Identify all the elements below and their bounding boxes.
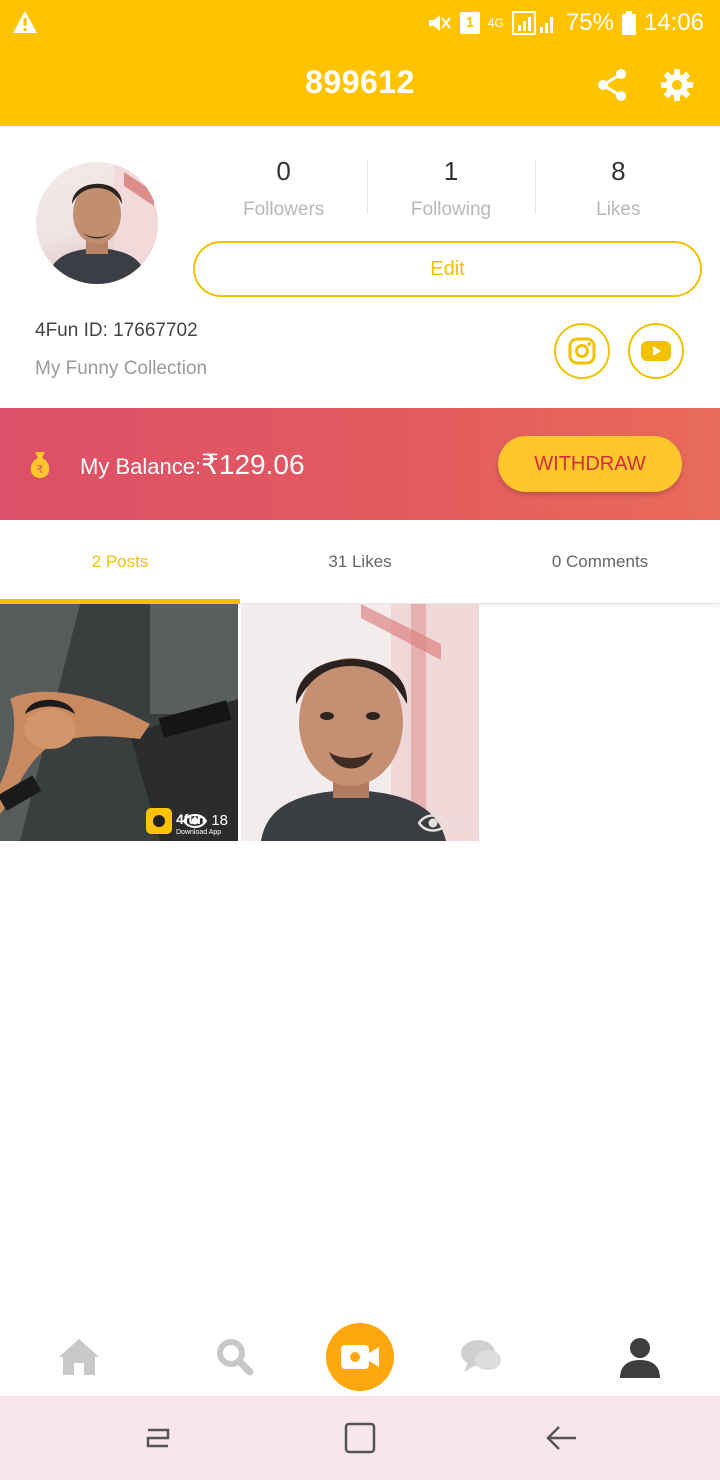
home-square-icon[interactable]: [340, 1418, 380, 1458]
back-icon[interactable]: [542, 1418, 582, 1458]
withdraw-button[interactable]: WITHDRAW: [498, 436, 682, 492]
tab-comments[interactable]: 0 Comments: [480, 520, 720, 603]
gear-icon[interactable]: [660, 68, 694, 102]
signal-icon: [511, 11, 553, 35]
clock: 14:06: [643, 9, 704, 36]
app-header: 899612: [0, 44, 720, 126]
post-thumbnail[interactable]: 57: [241, 604, 479, 841]
balance-caption: My Balance:: [80, 454, 202, 479]
post-thumbnail[interactable]: 4fun Download App 18: [0, 604, 238, 841]
view-count: 18: [183, 812, 228, 829]
avatar-photo: [46, 162, 158, 284]
stat-likes[interactable]: 8 Likes: [534, 150, 702, 230]
balance-amount: ₹129.06: [201, 449, 305, 480]
following-count: 1: [443, 156, 459, 186]
tab-posts[interactable]: 2 Posts: [0, 520, 240, 604]
post-image: 4fun Download App: [0, 604, 238, 841]
status-bar: 1 4G 75% 14:06: [0, 0, 720, 44]
instagram-icon: [568, 337, 596, 365]
profile-icon: [620, 1338, 660, 1378]
search-icon: [217, 1339, 254, 1376]
chat-icon: [461, 1340, 501, 1372]
followers-count: 0: [276, 156, 291, 186]
warning-icon: [13, 11, 37, 33]
view-count-value: 18: [211, 812, 228, 829]
youtube-icon: [641, 341, 671, 361]
watermark-sub: Download App: [176, 829, 221, 836]
battery-percent: 75%: [565, 9, 614, 36]
money-bag-icon: ₹: [30, 452, 50, 478]
recents-icon[interactable]: [138, 1418, 178, 1458]
mute-icon: [428, 15, 451, 31]
record-button[interactable]: [326, 1323, 394, 1391]
tab-likes[interactable]: 31 Likes: [240, 520, 480, 603]
balance-banner: ₹ My Balance:₹129.06 WITHDRAW: [0, 408, 720, 520]
share-icon[interactable]: [596, 68, 628, 102]
profile-bio: My Funny Collection: [35, 358, 208, 379]
home-icon: [59, 1339, 99, 1375]
balance-label: My Balance:₹129.06: [80, 448, 305, 481]
youtube-button[interactable]: [628, 323, 684, 379]
system-nav-bar: [0, 1396, 720, 1480]
record-video-icon: [341, 1345, 379, 1369]
content-tabs: 2 Posts 31 Likes 0 Comments: [0, 520, 720, 604]
bottom-nav: [0, 1318, 720, 1396]
profile-stats: 0 Followers 1 Following 8 Likes: [200, 150, 702, 230]
nav-chat[interactable]: [452, 1318, 510, 1396]
avatar[interactable]: [36, 162, 158, 284]
followers-label: Followers: [243, 199, 325, 220]
stat-following[interactable]: 1 Following: [367, 150, 534, 230]
nav-record[interactable]: [324, 1318, 396, 1396]
stat-followers[interactable]: 0 Followers: [200, 150, 367, 230]
sim-icon: 1: [459, 12, 480, 34]
edit-profile-button[interactable]: Edit: [193, 241, 702, 297]
following-label: Following: [410, 199, 492, 220]
eye-icon: [183, 813, 208, 828]
view-count: 57: [418, 813, 469, 833]
eye-icon: [418, 814, 449, 832]
nav-search[interactable]: [205, 1318, 265, 1396]
fun-id: 4Fun ID: 17667702: [35, 320, 198, 341]
nav-profile[interactable]: [612, 1318, 668, 1396]
battery-icon: [621, 11, 636, 35]
likes-count: 8: [611, 156, 626, 186]
nav-home[interactable]: [50, 1318, 108, 1396]
svg-text:₹: ₹: [37, 463, 44, 476]
view-count-value: 57: [452, 814, 469, 832]
likes-label: Likes: [596, 199, 641, 220]
post-image: [241, 604, 479, 841]
network-type: 4G: [487, 16, 504, 30]
instagram-button[interactable]: [554, 323, 610, 379]
